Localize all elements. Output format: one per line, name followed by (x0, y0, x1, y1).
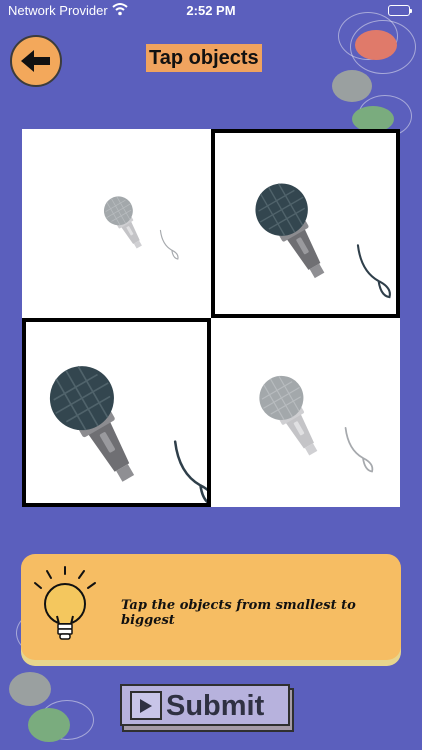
lightbulb-icon (34, 566, 96, 640)
microphone-icon (98, 183, 180, 281)
object-tile-large[interactable] (211, 129, 400, 318)
page-title: Tap objects (146, 44, 262, 72)
object-tile-small[interactable] (211, 318, 400, 507)
microphone-icon (250, 355, 376, 505)
hint-text: Tap the objects from smallest to biggest (121, 598, 356, 628)
decor-circle-gray (9, 672, 51, 706)
microphone-icon (244, 159, 394, 314)
back-button[interactable] (10, 35, 62, 87)
battery-icon (388, 5, 412, 16)
hint-card: Tap the objects from smallest to biggest (21, 554, 401, 660)
microphone-icon (36, 336, 207, 503)
decor-circle-red (355, 30, 397, 60)
object-tile-biggest[interactable] (22, 318, 211, 507)
play-icon (130, 691, 162, 720)
object-grid (22, 129, 400, 507)
object-tile-smallest[interactable] (22, 129, 211, 318)
submit-label: Submit (166, 690, 265, 722)
submit-button[interactable]: Submit (120, 684, 294, 732)
arrow-left-icon (21, 50, 50, 72)
decor-circle-gray (332, 70, 372, 102)
decor-circle-green (28, 708, 70, 742)
